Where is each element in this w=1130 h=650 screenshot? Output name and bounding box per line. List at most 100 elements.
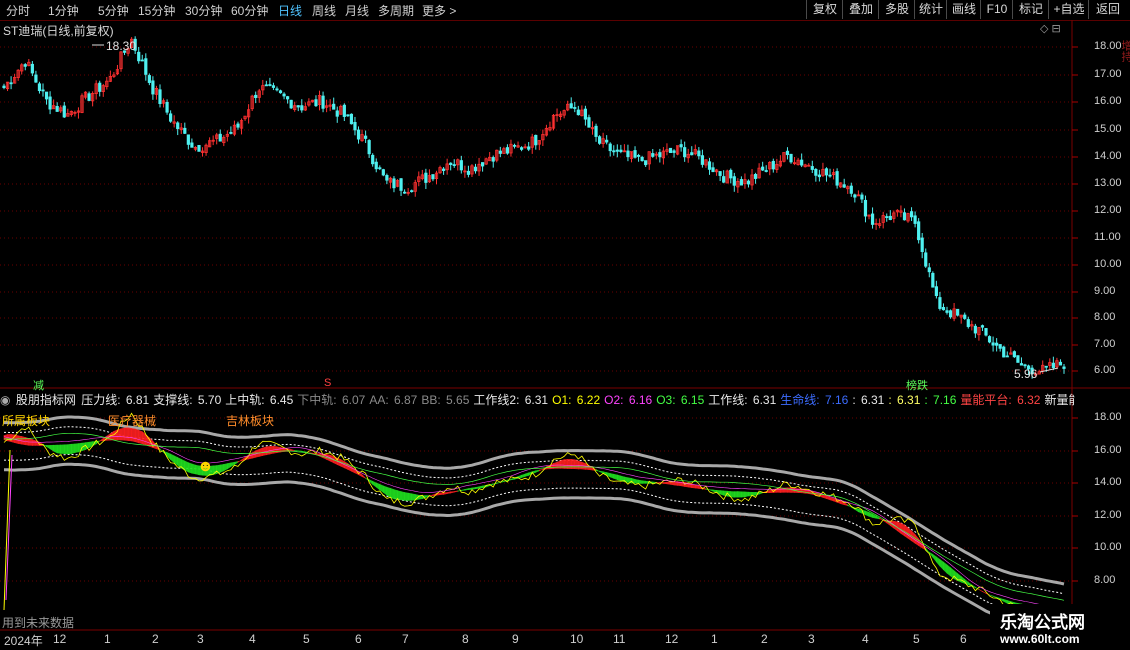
site-logo: 乐淘公式网 www.60lt.com xyxy=(990,604,1130,650)
candle-body xyxy=(984,328,988,336)
indicator-value-number: 6.81 xyxy=(125,393,150,407)
candle-body xyxy=(927,267,931,273)
ribbon-segment xyxy=(641,480,646,484)
ribbon-segment xyxy=(471,487,476,490)
candle-body xyxy=(491,157,495,162)
sector-tag-belong: 所属板块 xyxy=(2,414,51,428)
candle-body xyxy=(885,216,889,218)
date-tick: 10 xyxy=(570,632,584,646)
candle-body xyxy=(800,159,804,166)
date-tick: 4 xyxy=(249,632,256,646)
indicator-y-tick: 8.00 xyxy=(1094,574,1116,586)
ribbon-segment xyxy=(397,490,402,501)
ribbon-segment xyxy=(787,487,792,493)
candle-body xyxy=(810,166,814,170)
candle-body xyxy=(512,144,517,147)
ribbon-segment xyxy=(138,429,143,445)
ribbon-segment xyxy=(865,510,870,517)
indicator-value-number: 6.16 xyxy=(628,393,653,407)
candle-body xyxy=(1023,364,1027,367)
ribbon-segment xyxy=(134,428,140,444)
ribbon-segment xyxy=(453,490,459,493)
candle-body xyxy=(534,134,538,146)
candle-body xyxy=(948,310,953,318)
candle-body xyxy=(640,156,644,162)
candle-body xyxy=(576,109,580,116)
high-price-label: 18.30 xyxy=(106,39,137,53)
candle-body xyxy=(569,103,573,109)
indicator-value: 压力线: 6.81 xyxy=(81,393,151,407)
candle-body xyxy=(817,174,821,178)
ribbon-segment xyxy=(464,488,469,491)
candle-body xyxy=(722,176,726,183)
candle-body xyxy=(863,199,868,217)
ribbon-segment xyxy=(535,469,540,473)
lower-mid-track xyxy=(4,454,1065,622)
ribbon-segment xyxy=(638,479,643,484)
future-data-note: 用到未来数据 xyxy=(2,616,75,630)
candle-body xyxy=(381,169,385,176)
date-tick: 6 xyxy=(355,632,362,646)
candle-body xyxy=(165,101,169,113)
ribbon-segment xyxy=(17,435,23,445)
ribbon-segment xyxy=(868,511,873,518)
indicator-value-number: 6.07 xyxy=(341,393,366,407)
candle-body xyxy=(732,176,736,186)
candle-body xyxy=(186,134,190,145)
candle-body xyxy=(498,150,502,154)
candle-body xyxy=(690,152,694,156)
collapse-icon[interactable]: ◉ xyxy=(0,393,10,407)
candle-body xyxy=(403,191,407,194)
indicator-name[interactable]: 股朋指标网 xyxy=(16,393,76,407)
candle-body xyxy=(860,194,864,200)
indicator-y-tick: 18.00 xyxy=(1094,411,1122,423)
candle-body xyxy=(739,179,743,186)
candle-body xyxy=(842,184,846,188)
date-tick: 3 xyxy=(197,632,204,646)
candle-body xyxy=(282,93,286,97)
candle-body xyxy=(286,96,290,100)
candle-body xyxy=(254,94,258,99)
candle-body xyxy=(371,154,375,165)
indicator-value-label: 新量能点 xyxy=(1044,393,1075,407)
ribbon-segment xyxy=(170,453,175,464)
candle-body xyxy=(289,99,293,109)
candle-body xyxy=(1016,355,1020,363)
candle-body xyxy=(700,155,704,165)
candle-body xyxy=(814,169,818,176)
candle-body xyxy=(973,325,977,334)
candle-body xyxy=(314,99,318,107)
candle-body xyxy=(672,150,676,153)
main-y-tick: 12.00 xyxy=(1094,204,1122,216)
candle-body xyxy=(636,155,641,157)
date-tick: 5 xyxy=(303,632,310,646)
low-price-label: 5.96 xyxy=(1014,367,1038,381)
candle-body xyxy=(140,59,144,62)
side-note: 增持 xyxy=(1120,40,1130,62)
candle-body xyxy=(1051,362,1055,369)
candle-body xyxy=(987,336,992,343)
ribbon-segment xyxy=(741,491,746,498)
date-tick: 5 xyxy=(913,632,920,646)
candle-body xyxy=(991,342,995,346)
price-chart[interactable] xyxy=(0,0,1130,650)
ribbon-segment xyxy=(443,492,448,495)
ribbon-segment xyxy=(734,491,739,498)
ribbon-segment xyxy=(383,485,388,496)
ribbon-segment xyxy=(570,458,576,470)
candle-body xyxy=(917,221,921,241)
ribbon-segment xyxy=(744,491,749,498)
candle-body xyxy=(144,58,148,75)
ribbon-segment xyxy=(758,492,763,495)
candle-body xyxy=(268,84,272,86)
date-tick: 8 xyxy=(462,632,469,646)
main-y-tick: 10.00 xyxy=(1094,258,1122,270)
candle-body xyxy=(519,147,524,150)
candle-body xyxy=(342,104,346,117)
candle-body xyxy=(98,82,102,92)
ribbon-segment xyxy=(32,439,37,446)
ribbon-segment xyxy=(234,461,239,466)
candle-body xyxy=(913,215,917,224)
ribbon-segment xyxy=(127,427,132,442)
indicator-value: 下中轨: 6.07 xyxy=(297,393,367,407)
